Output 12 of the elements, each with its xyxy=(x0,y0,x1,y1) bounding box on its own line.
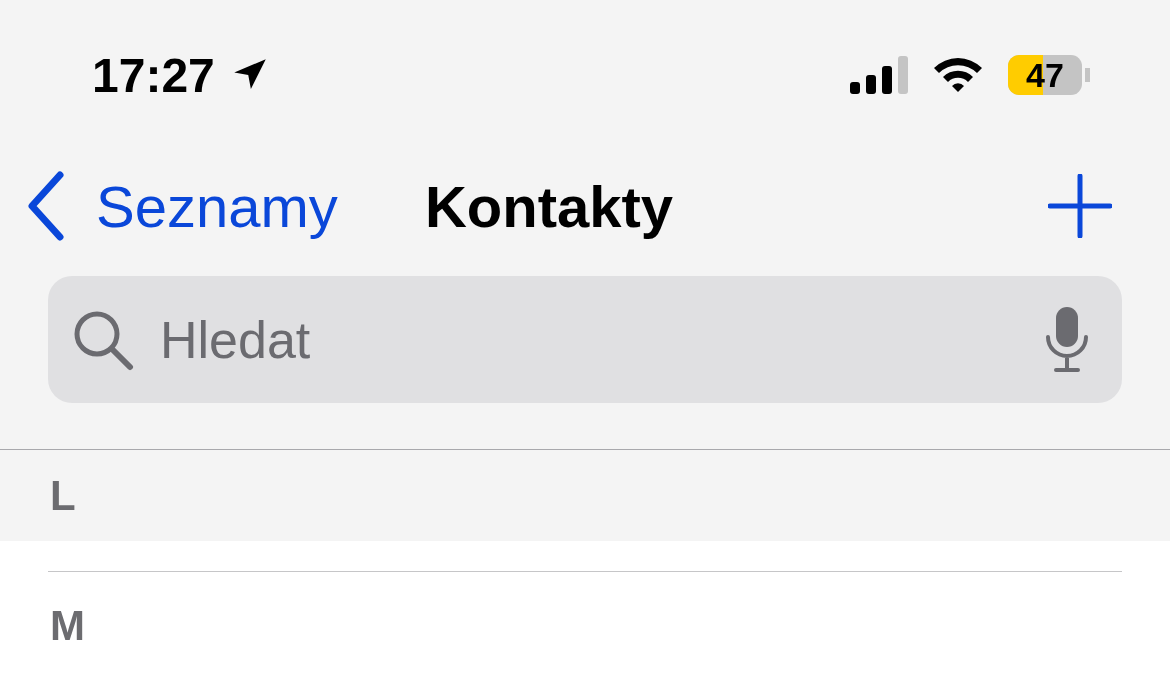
signal-icon xyxy=(850,56,908,94)
chevron-left-icon xyxy=(26,171,66,241)
search-bar[interactable]: Hledat xyxy=(48,276,1122,403)
status-time: 17:27 xyxy=(92,47,215,103)
wifi-icon xyxy=(932,56,984,94)
section-letter: L xyxy=(50,471,76,520)
page-title: Kontakty xyxy=(424,172,674,240)
search-input[interactable]: Hledat xyxy=(158,308,1020,371)
back-link[interactable]: Seznamy xyxy=(26,171,338,241)
microphone-icon[interactable] xyxy=(1044,306,1090,373)
section-letter: M xyxy=(50,602,85,650)
add-button[interactable] xyxy=(1048,174,1112,238)
